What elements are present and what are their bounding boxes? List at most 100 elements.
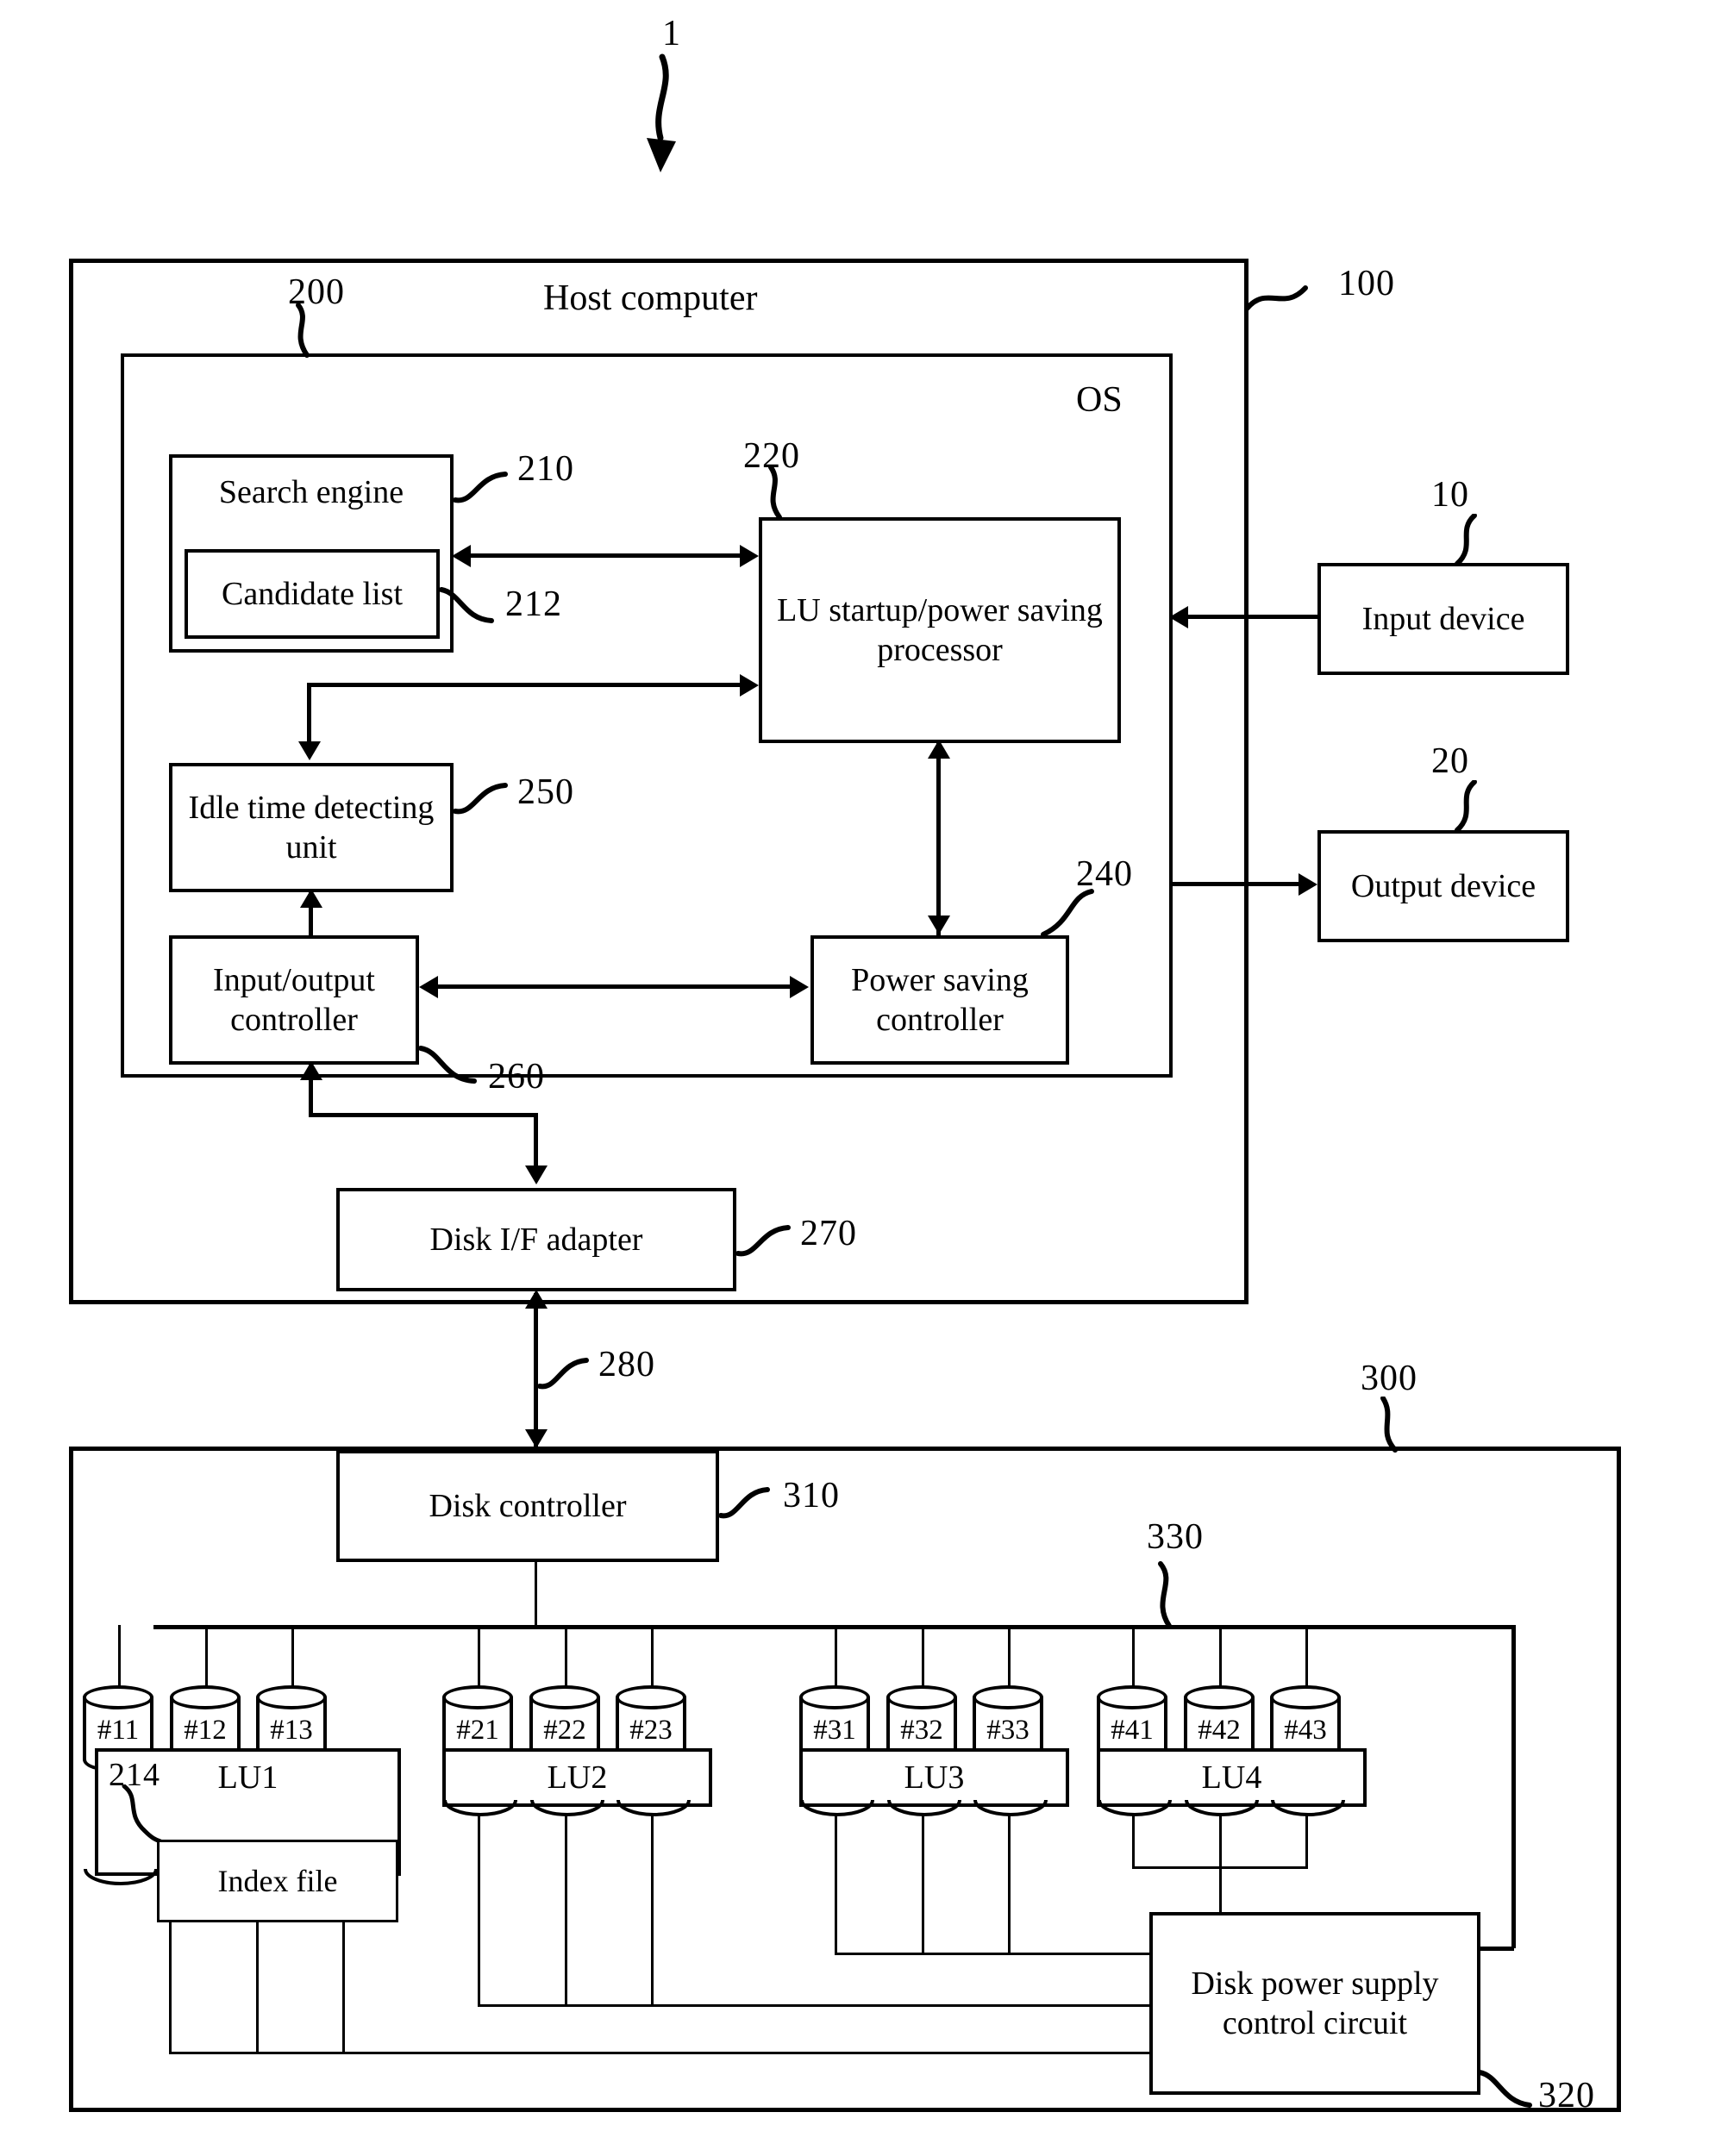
input-output-controller-box[interactable]: Input/output controller [169, 935, 419, 1065]
disk-top-ellipse [170, 1685, 241, 1709]
connector-io-down-2 [534, 1113, 538, 1172]
search-engine-label: Search engine [218, 474, 404, 510]
storage-subsystem-ref: 300 [1361, 1359, 1417, 1398]
disk-controller-ref: 310 [783, 1476, 840, 1515]
connector-processor-to-power [936, 743, 941, 935]
storage-ref-leader-icon [1380, 1397, 1398, 1453]
disk-top-ellipse [799, 1685, 870, 1709]
disk-stem-32 [922, 1625, 924, 1692]
power-bus-lu1 [169, 2052, 1152, 2054]
index-file-label: Index file [217, 1864, 338, 1898]
os-ref: 200 [288, 272, 345, 312]
output-device-ref: 20 [1431, 741, 1469, 781]
candidate-list-box[interactable]: Candidate list [185, 549, 440, 639]
idle-time-detecting-unit-box[interactable]: Idle time detecting unit [169, 763, 454, 892]
disk-top-ellipse [1097, 1685, 1167, 1709]
disk-top-ellipse [83, 1685, 153, 1709]
power-bus-lu2 [478, 2004, 1150, 2007]
connector-os-to-output-device [1173, 882, 1300, 886]
disk-top-ellipse [616, 1685, 686, 1709]
disk-top-ellipse [1184, 1685, 1255, 1709]
os-label: OS [1076, 380, 1123, 420]
disk-power-supply-control-circuit-box[interactable]: Disk power supply control circuit [1149, 1912, 1480, 2095]
power-stem-22 [565, 1815, 567, 2006]
lu2-box[interactable]: LU2 [442, 1748, 712, 1807]
arrowhead-right-processor [740, 545, 759, 567]
arrowhead-up-idle-time [300, 889, 322, 908]
input-output-controller-ref: 260 [488, 1057, 545, 1097]
arrowhead-up-lu-processor [928, 740, 950, 759]
bus-280-ref: 280 [598, 1345, 655, 1384]
disk-bottom-ellipses-icon-2 [443, 1800, 1345, 1816]
arrowhead-left-os-input [1169, 606, 1188, 628]
candidate-list-label: Candidate list [221, 576, 404, 612]
disk-top-ellipse [529, 1685, 600, 1709]
connector-bus-to-power-circuit [1478, 1947, 1514, 1951]
disk-stem-43 [1305, 1625, 1308, 1692]
connector-search-to-processor [471, 553, 747, 558]
input-device-ref: 10 [1431, 475, 1469, 515]
disk-top-ellipse [442, 1685, 513, 1709]
disk-stem-22 [565, 1625, 567, 1692]
power-saving-controller-box[interactable]: Power saving controller [810, 935, 1069, 1065]
arrowhead-right-output-device [1299, 873, 1317, 896]
lu4-label: LU4 [1201, 1759, 1262, 1796]
disk-stem-21 [478, 1625, 480, 1692]
connector-branch-horizontal [307, 683, 748, 687]
disk-label-42: #42 [1198, 1715, 1241, 1746]
disk-stem-31 [835, 1625, 837, 1692]
arrowhead-up-io-controller-2 [300, 1061, 322, 1080]
host-computer-ref-leader-icon [1244, 285, 1308, 311]
arrowhead-down-disk-if-adapter [525, 1165, 548, 1184]
arrowhead-down-disk-controller [525, 1429, 548, 1448]
disk-if-adapter-label: Disk I/F adapter [429, 1222, 643, 1258]
disk-label-41: #41 [1111, 1715, 1154, 1746]
disk-label-13: #13 [270, 1715, 313, 1746]
lu3-box[interactable]: LU3 [799, 1748, 1069, 1807]
search-engine-ref: 210 [517, 449, 574, 489]
power-saving-ref-leader-icon [1041, 889, 1094, 937]
arrowhead-left-search [452, 545, 471, 567]
connector-io-to-power [438, 984, 792, 989]
index-file-ref-leader-icon [122, 1784, 163, 1844]
disk-if-adapter-box[interactable]: Disk I/F adapter [336, 1188, 736, 1291]
host-computer-ref: 100 [1338, 264, 1395, 303]
arrowhead-down-idle-time [298, 741, 321, 760]
power-bus-lu3 [835, 1953, 1149, 1955]
lu3-label: LU3 [904, 1759, 965, 1796]
input-device-ref-leader-icon [1455, 514, 1477, 566]
output-device-box[interactable]: Output device [1317, 830, 1569, 942]
disk-label-32: #32 [900, 1715, 943, 1746]
power-stem-43 [1305, 1815, 1308, 1868]
patent-figure: 1 Host computer 100 OS 200 Search engine… [0, 0, 1721, 2156]
lu-startup-power-saving-processor-label: LU startup/power saving processor [777, 592, 1103, 668]
disk-stem-23 [651, 1625, 654, 1692]
disk-label-21: #21 [456, 1715, 499, 1746]
disk-top-ellipse [256, 1685, 327, 1709]
disk-controller-label: Disk controller [429, 1488, 627, 1524]
lu-startup-power-saving-processor-ref: 220 [743, 436, 800, 476]
arrowhead-right-power-saving [790, 976, 809, 998]
disk-bus-ref: 330 [1147, 1517, 1204, 1557]
input-device-label: Input device [1361, 601, 1525, 637]
disk-label-11: #11 [97, 1715, 140, 1746]
power-stem-41 [1132, 1815, 1135, 1868]
lu-startup-power-saving-processor-box[interactable]: LU startup/power saving processor [759, 517, 1121, 743]
arrowhead-up-disk-if-adapter [525, 1290, 548, 1309]
lu4-box[interactable]: LU4 [1097, 1748, 1367, 1807]
disk-bus-ref-leader-icon [1158, 1561, 1172, 1628]
disk-stem-41 [1132, 1625, 1135, 1692]
host-computer-title: Host computer [543, 278, 758, 318]
output-device-ref-leader-icon [1455, 780, 1477, 833]
index-file-box[interactable]: Index file [157, 1840, 398, 1922]
disk-stem-42 [1219, 1625, 1222, 1692]
figure-ref-1-leader-icon [647, 53, 676, 172]
power-stem-23 [651, 1815, 654, 2006]
output-device-label: Output device [1350, 868, 1536, 904]
disk-controller-box[interactable]: Disk controller [336, 1450, 719, 1562]
disk-if-adapter-ref: 270 [800, 1214, 857, 1253]
input-device-box[interactable]: Input device [1317, 563, 1569, 675]
disk-top-ellipse [886, 1685, 957, 1709]
disk-label-12: #12 [184, 1715, 227, 1746]
power-drop-lu4 [1219, 1866, 1222, 1913]
